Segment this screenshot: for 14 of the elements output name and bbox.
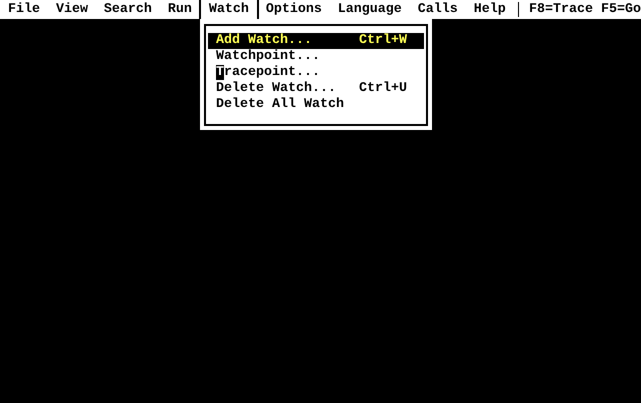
menu-option[interactable]: Delete All Watch: [208, 97, 424, 113]
menu-option[interactable]: Add Watch... Ctrl+W: [208, 33, 424, 49]
menu-item[interactable]: Search: [96, 0, 160, 19]
menu-option[interactable]: Tracepoint...: [208, 65, 424, 81]
menu-item[interactable]: Help: [466, 0, 514, 19]
menu-item[interactable]: Options: [258, 0, 330, 19]
menu-item[interactable]: View: [48, 0, 96, 19]
menu-item[interactable]: File: [0, 0, 48, 19]
menu-item[interactable]: Calls: [410, 0, 466, 19]
menu-item[interactable]: Run: [160, 0, 200, 19]
shortcut-hint: F8=Trace F5=Go: [529, 0, 641, 18]
menu-option[interactable]: Delete Watch... Ctrl+U: [208, 81, 424, 97]
menu-item[interactable]: Language: [330, 0, 410, 19]
menu-option[interactable]: Watchpoint...: [208, 49, 424, 65]
